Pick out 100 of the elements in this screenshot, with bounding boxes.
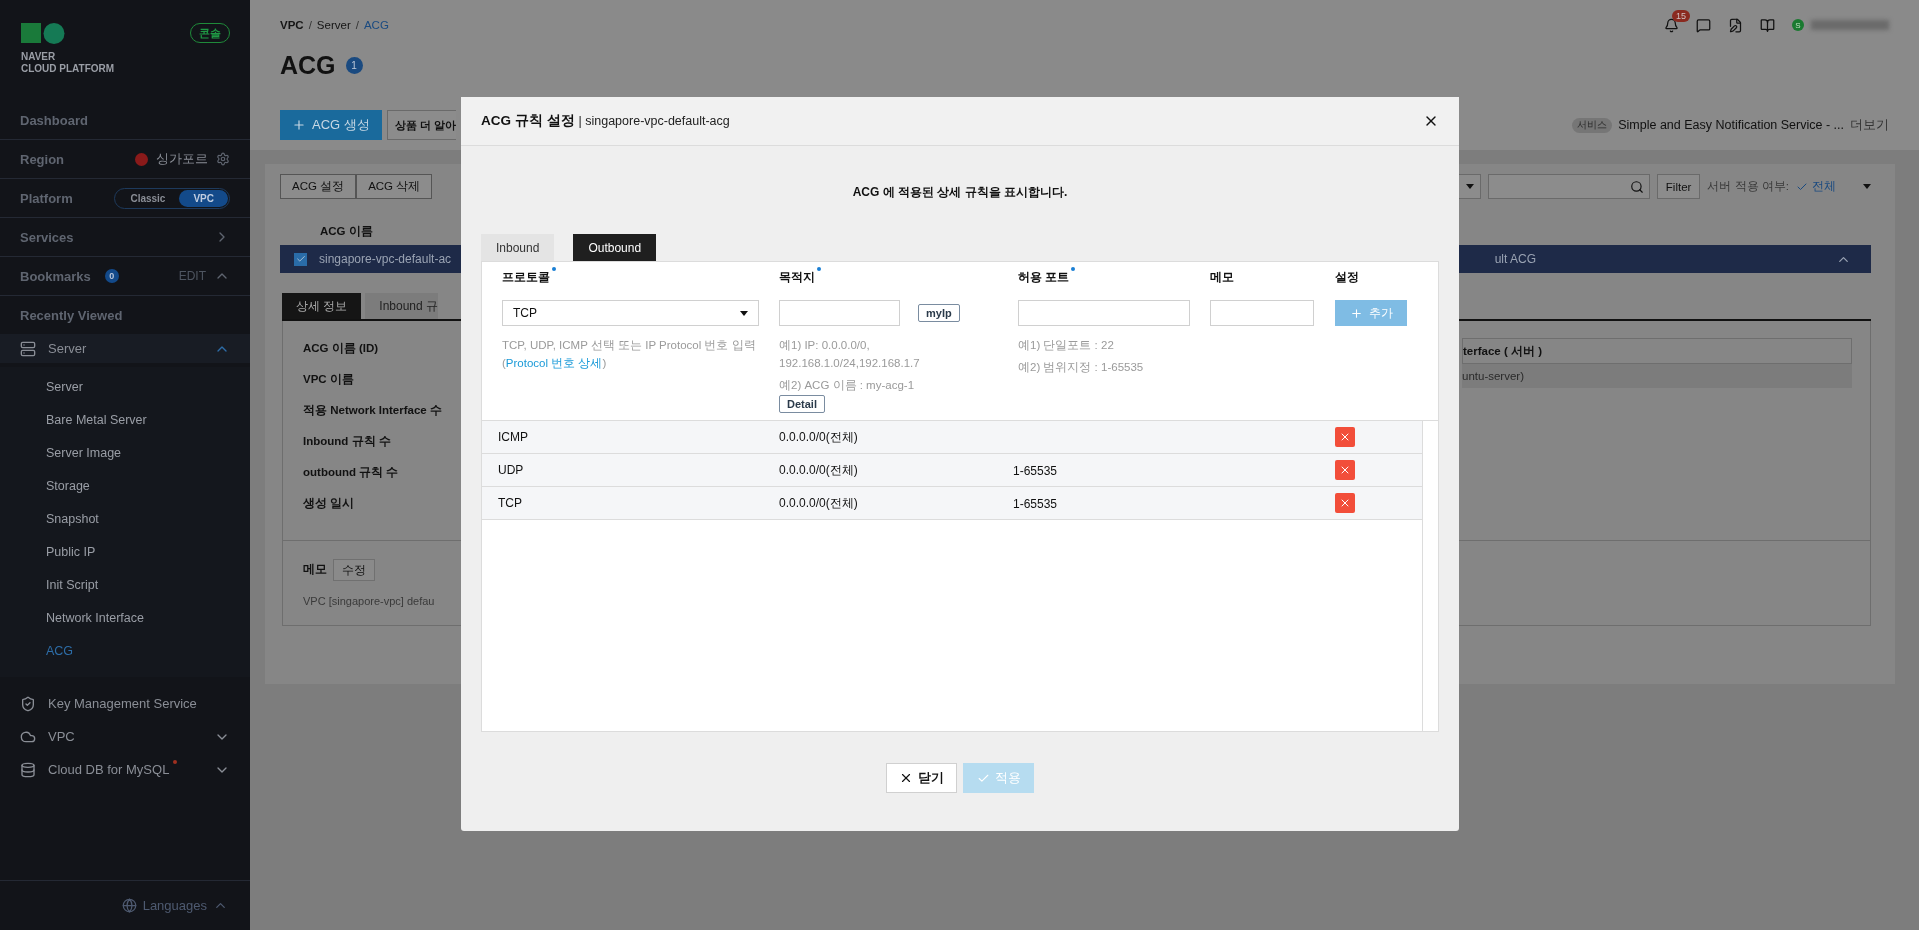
menu-row[interactable]: Cloud DB for MySQL <box>0 755 250 784</box>
column-header: 목적지 <box>779 268 815 286</box>
delete-button[interactable] <box>1335 460 1355 480</box>
table-cell: untu-server) <box>1462 370 1524 382</box>
chat-icon[interactable] <box>1696 17 1711 33</box>
table-cell: singapore-vpc-default-ac <box>319 252 452 266</box>
bookmarks-label: Bookmarks <box>20 268 91 284</box>
platform-option[interactable]: VPC <box>179 189 228 207</box>
service-tag: 서비스 <box>1572 117 1613 133</box>
table-cell-text: 0.0.0.0/0(전체) <box>779 494 859 512</box>
bookmark-count: 0 <box>104 269 119 283</box>
rule-tab[interactable]: Outbound <box>573 234 657 261</box>
submenu-item[interactable]: Network Interface <box>46 610 144 625</box>
table-cell-text: ICMP <box>498 430 529 444</box>
bell-icon[interactable] <box>1664 17 1679 33</box>
destination-field[interactable] <box>779 300 900 326</box>
more-link[interactable]: 더보기 <box>1850 116 1889 134</box>
edit-button[interactable]: 수정 <box>333 559 375 581</box>
brand-name: NAVER CLOUD PLATFORM <box>21 51 115 75</box>
action-button[interactable]: ACG 설정 <box>280 174 357 199</box>
column-header: 메모 <box>1210 268 1234 286</box>
menu-item[interactable]: VPC <box>48 729 75 744</box>
search-icon[interactable] <box>1629 179 1644 194</box>
database-icon <box>20 761 36 778</box>
dialog-description: ACG 에 적용된 상세 규칙을 표시합니다. <box>851 184 1069 201</box>
memo-label: 메모 <box>303 562 327 577</box>
services-link[interactable]: Services <box>20 229 74 245</box>
dialog-title: ACG 규칙 설정 <box>481 112 575 130</box>
submenu-item[interactable]: Storage <box>46 478 90 493</box>
detail-button[interactable]: Detail <box>779 395 825 413</box>
title-count: 1 <box>345 56 363 74</box>
note-icon[interactable] <box>1728 17 1743 33</box>
column-header: 설정 <box>1335 268 1359 286</box>
flag-icon <box>135 152 148 166</box>
dialog-subtitle: | singapore-vpc-default-acg <box>578 114 730 128</box>
table-cell-text: TCP <box>498 496 523 510</box>
globe-icon <box>121 898 137 913</box>
column-header: 프로토콜 <box>502 268 550 286</box>
breadcrumb-separator: / <box>308 19 312 31</box>
protocol-hint: TCP, UDP, ICMP 선택 또는 IP Protocol 번호 입력 (Protocol 번호 상세) <box>502 338 757 371</box>
breadcrumb-link[interactable]: Server <box>316 19 351 31</box>
breadcrumb-separator: / <box>355 19 359 31</box>
close-icon <box>1339 431 1351 443</box>
menu-row[interactable]: Key Management Service <box>0 689 250 718</box>
filter-button[interactable]: Filter <box>1656 174 1701 199</box>
notification-count: 15 <box>1672 9 1690 22</box>
port-field[interactable] <box>1018 300 1190 326</box>
caret-icon[interactable] <box>1863 184 1871 189</box>
platform-option[interactable]: Classic <box>116 189 180 207</box>
myip-button[interactable]: myIp <box>918 304 960 322</box>
create-button[interactable]: ACG 생성 <box>280 110 382 140</box>
breadcrumb-link[interactable]: VPC <box>280 19 304 31</box>
column-header: terface ( 서버 ) <box>1463 343 1542 359</box>
menu-row[interactable]: VPC <box>0 722 250 751</box>
menu-item[interactable]: Cloud DB for MySQL <box>48 762 170 777</box>
detail-label: 적용 Network Interface 수 <box>303 403 442 418</box>
table-cell: 1-65535 <box>1013 497 1058 511</box>
close-dialog-button[interactable]: 닫기 <box>886 763 957 793</box>
protocol-select[interactable]: TCP <box>502 300 759 326</box>
submenu-item[interactable]: ACG <box>46 643 74 658</box>
submenu-item[interactable]: Public IP <box>46 544 96 559</box>
page-title: ACG <box>280 50 336 80</box>
destination-hint: 예1) IP: 0.0.0.0/0, <box>779 338 871 353</box>
user-avatar[interactable]: S <box>1792 19 1804 31</box>
destination-hint: 192.168.1.0/24,192.168.1.7 <box>779 356 921 371</box>
memo-field[interactable] <box>1210 300 1314 326</box>
close-icon <box>899 771 913 785</box>
submenu-item[interactable]: Snapshot <box>46 511 99 526</box>
dashboard-link[interactable]: Dashboard <box>20 112 88 128</box>
rule-tab[interactable]: Inbound <box>481 234 555 261</box>
memo-text: VPC [singapore-vpc] defau <box>303 595 436 607</box>
submenu-item[interactable]: Bare Metal Server <box>46 412 147 427</box>
service-name[interactable]: Simple and Easy Notification Service - ... <box>1618 118 1844 132</box>
column-header: 허용 포트 <box>1018 268 1070 286</box>
row-checkbox[interactable] <box>294 252 307 266</box>
learn-more-button[interactable]: 상품 더 알아 <box>386 110 456 140</box>
book-icon[interactable] <box>1760 17 1775 33</box>
detail-label: VPC 이름 <box>303 372 355 387</box>
plus-icon <box>292 118 306 132</box>
submenu-item[interactable]: Init Script <box>46 577 99 592</box>
menu-row[interactable]: Server <box>0 334 250 363</box>
delete-button[interactable] <box>1335 427 1355 447</box>
region-value[interactable]: 싱가포르 <box>156 150 208 168</box>
table-cell: ult ACG <box>1494 252 1536 266</box>
menu-item[interactable]: Server <box>48 341 87 356</box>
submenu-item[interactable]: Server <box>46 379 83 394</box>
detail-tab[interactable]: Inbound 규 <box>365 293 439 319</box>
protocol-link[interactable]: Protocol 번호 상세 <box>505 357 603 369</box>
check-icon <box>295 254 306 264</box>
action-button[interactable]: ACG 삭제 <box>356 174 433 199</box>
delete-button[interactable] <box>1335 493 1355 513</box>
search-field[interactable] <box>1487 174 1650 199</box>
settings-icon[interactable] <box>216 152 230 166</box>
column-header[interactable]: ACG 이름 <box>320 223 373 239</box>
recently-viewed-label: Recently Viewed <box>20 307 123 323</box>
submenu-item[interactable]: Server Image <box>46 445 122 460</box>
server-icon <box>20 340 36 357</box>
port-hint: 예1) 단일포트 : 22 <box>1018 338 1115 353</box>
detail-tab[interactable]: 상세 정보 <box>282 293 362 319</box>
menu-item[interactable]: Key Management Service <box>48 696 197 711</box>
